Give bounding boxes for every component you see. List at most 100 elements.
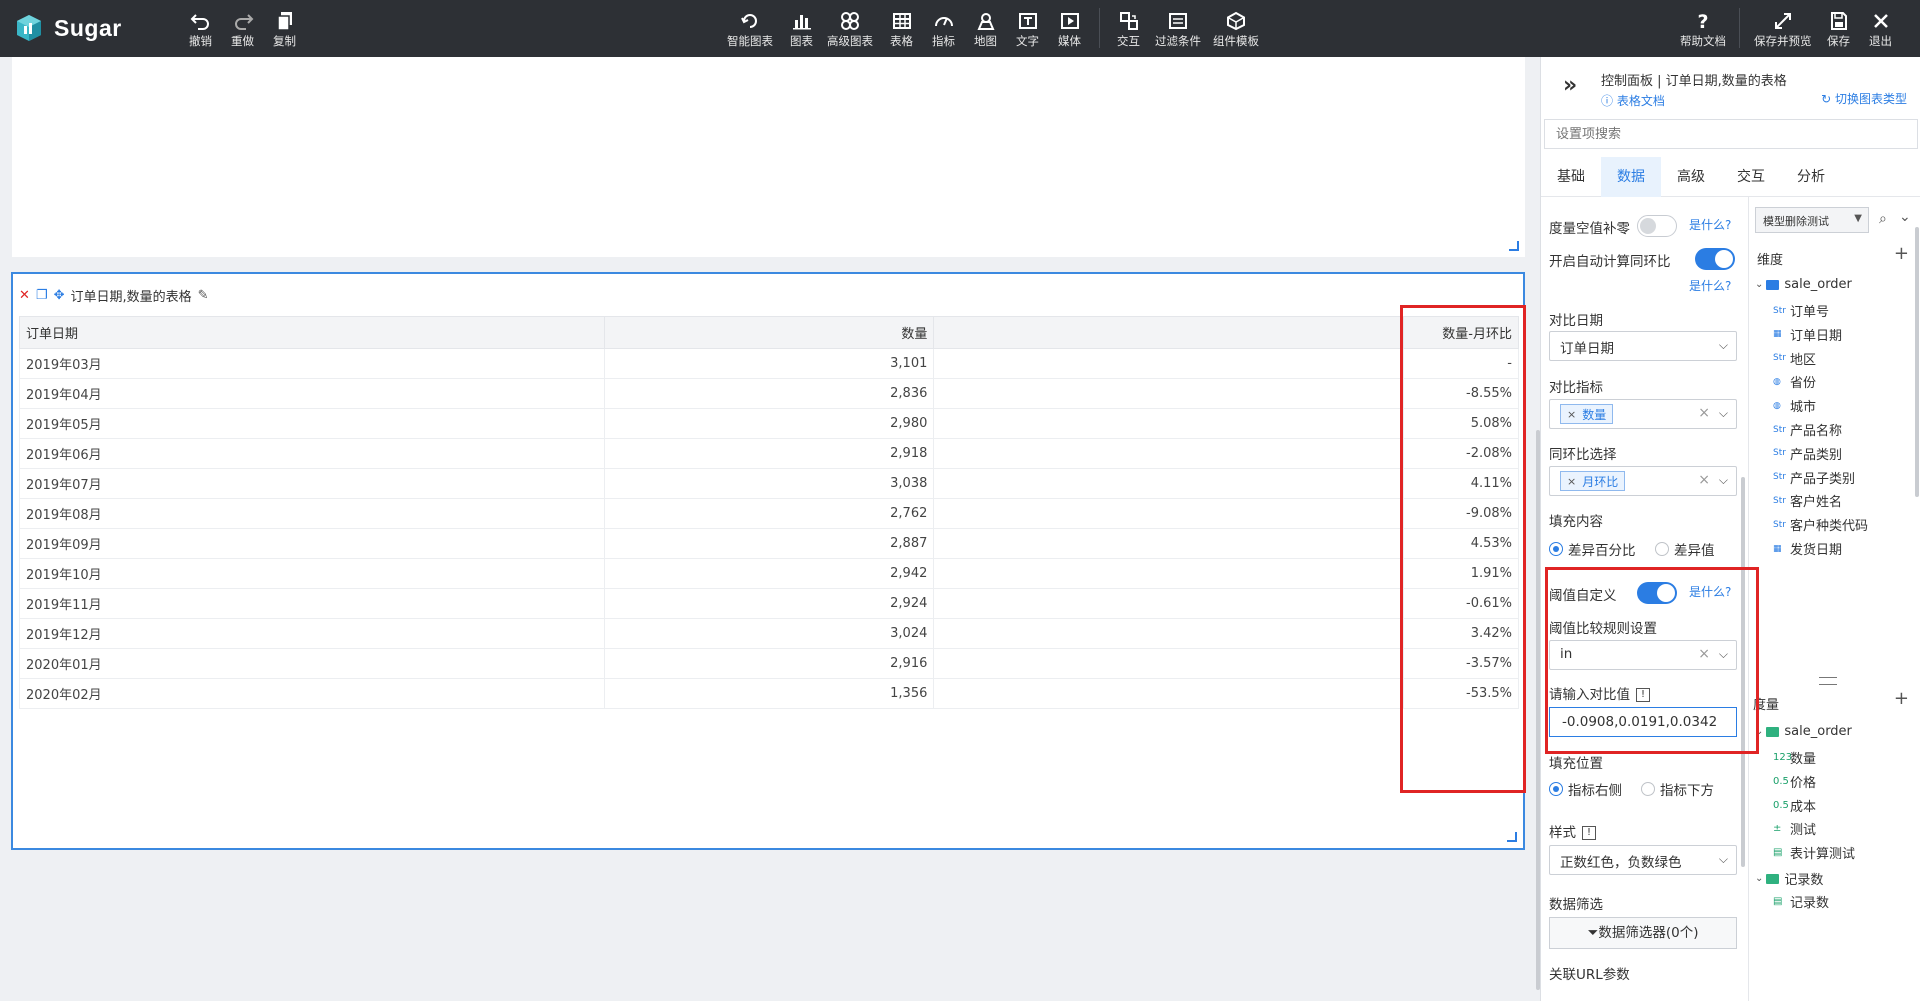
field-list-scrollbar[interactable] [1915, 227, 1919, 497]
media-button[interactable]: 媒体 [1058, 11, 1081, 49]
widget-title: 订单日期,数量的表格 [70, 290, 192, 305]
column-header-qty[interactable]: 数量 [603, 316, 935, 349]
filter-condition-button[interactable]: 过滤条件 [1155, 11, 1201, 49]
metric-button[interactable]: 指标 [932, 11, 955, 49]
field-item-dimension[interactable]: ▦ 订单日期 [1773, 325, 1842, 344]
style-select[interactable]: 正数红色，负数绿色 ⌵ [1549, 845, 1737, 875]
field-item-measure[interactable]: 0.5 价格 [1773, 772, 1816, 791]
table-button[interactable]: 表格 [890, 11, 913, 49]
text-button[interactable]: 文字 [1016, 11, 1039, 49]
tab-analysis[interactable]: 分析 [1781, 157, 1841, 197]
add-dimension-icon[interactable]: + [1894, 243, 1909, 264]
field-item-dimension[interactable]: ▦ 发货日期 [1773, 539, 1842, 558]
edit-title-icon[interactable]: ✎ [198, 288, 209, 303]
field-item-measure[interactable]: 0.5 成本 [1773, 796, 1816, 815]
undo-button[interactable]: 撤销 [189, 11, 212, 49]
fill-content-percent-radio[interactable]: 差异百分比 [1549, 539, 1636, 559]
fill-content-value-radio[interactable]: 差异值 [1655, 539, 1715, 559]
field-item-measure[interactable]: 123 数量 [1773, 748, 1816, 767]
clear-icon[interactable]: × [1698, 405, 1710, 421]
delete-widget-icon[interactable]: ✕ [19, 288, 30, 303]
field-item-measure[interactable]: ▤ 表计算测试 [1773, 843, 1855, 862]
tab-interaction[interactable]: 交互 [1721, 157, 1781, 197]
data-filter-button[interactable]: ⏷数据筛选器(0个) [1549, 917, 1737, 949]
table-widget-card[interactable]: ✕ ❐ ✥ 订单日期,数量的表格 ✎ 订单日期 数量 数量-月环比 2019年0… [11, 272, 1525, 850]
tab-data[interactable]: 数据 [1601, 157, 1661, 197]
table-row[interactable]: 2019年08月 2,762 -9.08% [19, 498, 1519, 529]
copy-button[interactable]: 复制 [273, 11, 296, 49]
yoy-select[interactable]: × 月环比 × ⌵ [1549, 466, 1737, 496]
duplicate-widget-icon[interactable]: ❐ [36, 288, 48, 303]
field-item-dimension[interactable]: Str 地区 [1773, 349, 1816, 368]
measure-folder[interactable]: ⌄ sale_order [1755, 724, 1852, 739]
what-link-null-fill[interactable]: 是什么? [1689, 216, 1731, 233]
expand-icon [1774, 13, 1791, 29]
add-measure-icon[interactable]: + [1894, 688, 1909, 709]
switch-chart-type-link[interactable]: ↻ 切换图表类型 [1821, 90, 1907, 107]
spacer-cell [933, 348, 1405, 379]
field-item-record-count[interactable]: ▤ 记录数 [1773, 892, 1829, 911]
map-button[interactable]: 地图 [974, 11, 997, 49]
table-row[interactable]: 2019年09月 2,887 4.53% [19, 528, 1519, 559]
dimension-folder[interactable]: ⌄ sale_order [1755, 277, 1852, 292]
resize-handle[interactable] [1509, 241, 1519, 251]
field-item-dimension[interactable]: Str 订单号 [1773, 301, 1829, 320]
null-fill-toggle[interactable] [1637, 215, 1677, 237]
fullscreen-widget-icon[interactable]: ✥ [54, 288, 65, 303]
empty-widget-card[interactable] [12, 57, 1525, 257]
table-row[interactable]: 2020年01月 2,916 -3.57% [19, 648, 1519, 679]
field-item-dimension[interactable]: Str 产品子类别 [1773, 468, 1855, 487]
datasource-select[interactable]: 模型删除测试 ▼ [1755, 207, 1869, 233]
field-item-dimension[interactable]: Str 客户姓名 [1773, 491, 1842, 510]
field-item-measure[interactable]: ± 测试 [1773, 819, 1816, 838]
app-logo[interactable]: Sugar [14, 13, 122, 43]
compare-metric-select[interactable]: × 数量 × ⌵ [1549, 399, 1737, 429]
field-item-dimension[interactable]: Str 产品类别 [1773, 444, 1842, 463]
field-item-dimension[interactable]: Str 产品名称 [1773, 420, 1842, 439]
interaction-button[interactable]: 交互 [1117, 11, 1140, 49]
redo-button[interactable]: 重做 [231, 11, 254, 49]
component-template-button[interactable]: 组件模板 [1213, 11, 1259, 49]
fill-position-right-radio[interactable]: 指标右侧 [1549, 779, 1622, 799]
table-row[interactable]: 2019年03月 3,101- [19, 348, 1519, 379]
field-item-dimension[interactable]: ◍ 省份 [1773, 372, 1816, 391]
advanced-chart-button[interactable]: 高级图表 [827, 11, 873, 49]
chevron-down-icon[interactable]: ⌄ [1899, 209, 1911, 225]
column-header-date[interactable]: 订单日期 [19, 316, 605, 349]
table-row[interactable]: 2019年05月 2,980 5.08% [19, 408, 1519, 439]
compare-date-select[interactable]: 订单日期 ⌵ [1549, 331, 1737, 361]
table-row[interactable]: 2019年04月 2,836 -8.55% [19, 378, 1519, 409]
search-icon[interactable]: ⌕ [1879, 211, 1887, 227]
exit-button[interactable]: 退出 [1869, 11, 1892, 49]
settings-search-input[interactable] [1544, 119, 1918, 149]
table-row[interactable]: 2019年12月 3,024 3.42% [19, 618, 1519, 649]
auto-yoy-toggle[interactable] [1695, 248, 1735, 270]
help-doc-button[interactable]: ? 帮助文档 [1680, 11, 1726, 49]
spacer-cell [933, 528, 1405, 559]
what-link-auto-yoy[interactable]: 是什么? [1689, 277, 1731, 294]
remove-tag-icon[interactable]: × [1567, 408, 1576, 421]
qty-cell: 2,836 [604, 378, 935, 409]
clear-icon[interactable]: × [1698, 472, 1710, 488]
remove-tag-icon[interactable]: × [1567, 475, 1576, 488]
table-row[interactable]: 2019年07月 3,038 4.11% [19, 468, 1519, 499]
save-button[interactable]: 保存 [1827, 11, 1850, 49]
fill-position-below-radio[interactable]: 指标下方 [1641, 779, 1714, 799]
smart-chart-button[interactable]: 智能图表 [727, 11, 773, 49]
record-folder[interactable]: ⌄ 记录数 [1755, 869, 1823, 888]
table-row[interactable]: 2019年11月 2,924 -0.61% [19, 588, 1519, 619]
splitter-handle[interactable] [1819, 677, 1837, 685]
field-item-dimension[interactable]: ◍ 城市 [1773, 396, 1816, 415]
field-item-dimension[interactable]: Str 客户种类代码 [1773, 515, 1868, 534]
info-icon[interactable]: ! [1582, 826, 1596, 840]
table-row[interactable]: 2019年10月 2,942 1.91% [19, 558, 1519, 589]
table-doc-link[interactable]: ⓘ 表格文档 [1601, 92, 1665, 109]
chart-button[interactable]: 图表 [790, 11, 813, 49]
table-row[interactable]: 2019年06月 2,918 -2.08% [19, 438, 1519, 469]
table-row[interactable]: 2020年02月 1,356 -53.5% [19, 678, 1519, 709]
collapse-panel-icon[interactable]: » [1563, 73, 1577, 98]
resize-handle[interactable] [1507, 832, 1517, 842]
tab-basic[interactable]: 基础 [1541, 157, 1601, 197]
tab-advanced[interactable]: 高级 [1661, 157, 1721, 197]
save-preview-button[interactable]: 保存并预览 [1754, 11, 1812, 49]
